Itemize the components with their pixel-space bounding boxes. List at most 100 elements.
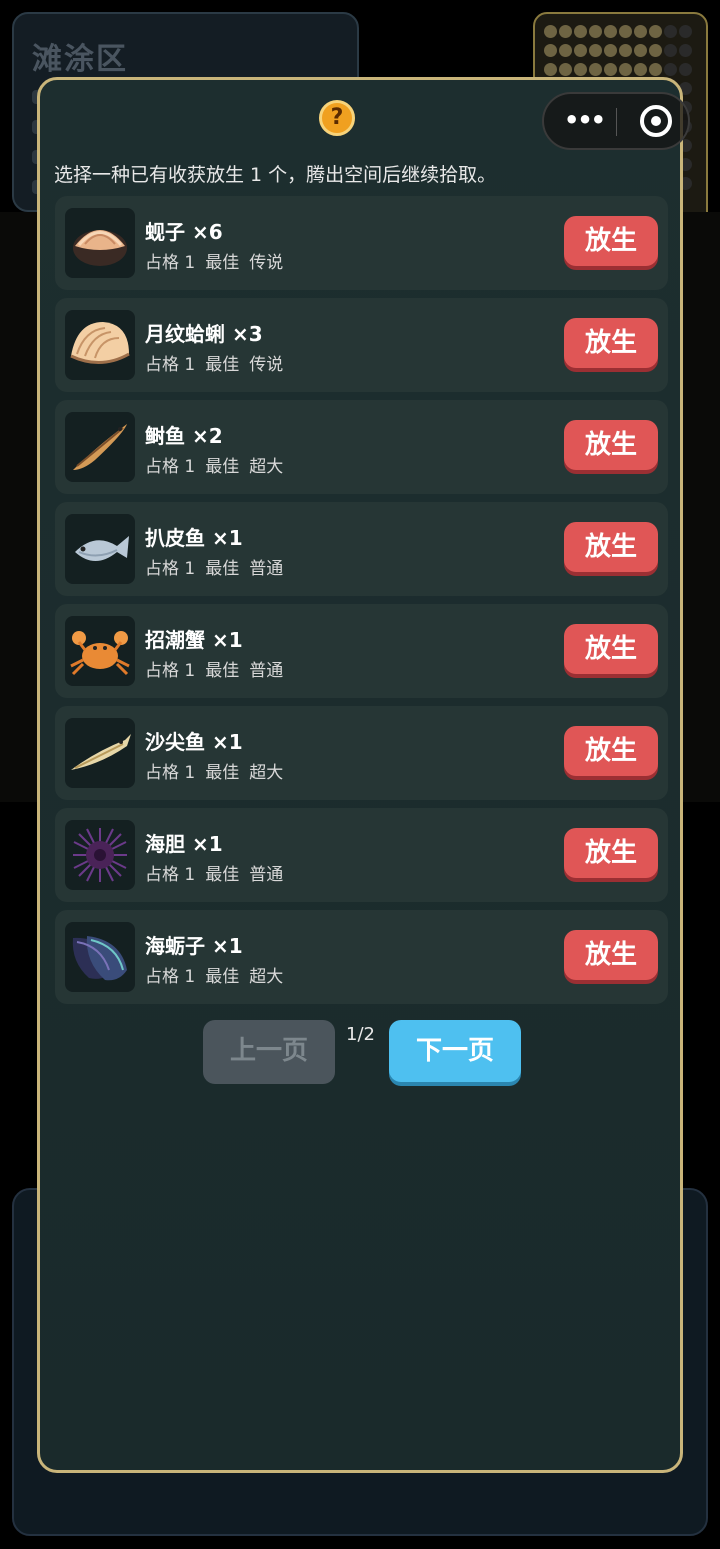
eel-fish-icon	[65, 412, 135, 482]
item-name: 海蛎子 ×1	[145, 934, 243, 958]
item-name: 鲥鱼 ×2	[145, 424, 223, 448]
item-slot: 占格 1	[145, 457, 196, 477]
item-rarity: 传说	[249, 253, 284, 273]
release-button[interactable]: 放生	[564, 522, 658, 572]
urchin-icon	[65, 820, 135, 890]
previous-page-button[interactable]: 上一页	[203, 1020, 335, 1084]
background-grid-cell	[634, 44, 647, 57]
item-meta: 占格 1 最佳 超大	[145, 452, 293, 477]
background-grid-cell	[589, 44, 602, 57]
dialog-hint: 选择一种已有收获放生 1 个，腾出空间后继续拾取。	[54, 164, 497, 186]
item-name: 月纹蛤蜊 ×3	[145, 322, 263, 346]
background-grid-cell	[619, 63, 632, 76]
item-best-label: 最佳	[205, 967, 240, 987]
background-area-title: 滩涂区	[32, 42, 128, 77]
flatfish-icon	[65, 514, 135, 584]
background-grid-cell	[619, 25, 632, 38]
item-rarity: 超大	[249, 967, 284, 987]
catch-list-item: 月纹蛤蜊 ×3 占格 1 最佳 传说 放生	[55, 298, 668, 392]
item-meta: 占格 1 最佳 超大	[145, 962, 293, 987]
next-page-button[interactable]: 下一页	[389, 1020, 521, 1082]
background-grid-cell	[679, 25, 692, 38]
catch-list-item: 海胆 ×1 占格 1 最佳 普通 放生	[55, 808, 668, 902]
catch-list-item: 扒皮鱼 ×1 占格 1 最佳 普通 放生	[55, 502, 668, 596]
page-indicator: 1/2	[346, 1024, 375, 1045]
background-grid-cell	[604, 25, 617, 38]
item-best-label: 最佳	[205, 865, 240, 885]
item-slot: 占格 1	[145, 967, 196, 987]
item-meta: 占格 1 最佳 传说	[145, 248, 293, 273]
item-name: 蚬子 ×6	[145, 220, 223, 244]
item-rarity: 超大	[249, 457, 284, 477]
item-name: 沙尖鱼 ×1	[145, 730, 243, 754]
catch-list-item: 鲥鱼 ×2 占格 1 最佳 超大 放生	[55, 400, 668, 494]
background-grid-cell	[604, 44, 617, 57]
release-button[interactable]: 放生	[564, 930, 658, 980]
background-grid-cell	[664, 63, 677, 76]
background-grid-cell	[679, 44, 692, 57]
release-button[interactable]: 放生	[564, 420, 658, 470]
release-button[interactable]: 放生	[564, 828, 658, 878]
background-grid-cell	[574, 63, 587, 76]
item-rarity: 传说	[249, 355, 284, 375]
item-meta: 占格 1 最佳 超大	[145, 758, 293, 783]
background-grid-cell	[649, 25, 662, 38]
catch-list-item: 蚬子 ×6 占格 1 最佳 传说 放生	[55, 196, 668, 290]
item-best-label: 最佳	[205, 355, 240, 375]
background-grid-cell	[559, 25, 572, 38]
background-grid-cell	[664, 44, 677, 57]
background-grid-cell	[649, 44, 662, 57]
item-meta: 占格 1 最佳 普通	[145, 656, 293, 681]
item-rarity: 普通	[249, 559, 284, 579]
shell-icon	[65, 310, 135, 380]
release-button[interactable]: 放生	[564, 726, 658, 776]
item-meta: 占格 1 最佳 普通	[145, 554, 293, 579]
background-grid-cell	[664, 25, 677, 38]
background-grid-cell	[634, 63, 647, 76]
item-name: 海胆 ×1	[145, 832, 223, 856]
catch-list-item: 招潮蟹 ×1 占格 1 最佳 普通 放生	[55, 604, 668, 698]
item-name: 扒皮鱼 ×1	[145, 526, 243, 550]
catch-list-item: 海蛎子 ×1 占格 1 最佳 超大 放生	[55, 910, 668, 1004]
background-grid-cell	[559, 44, 572, 57]
crab-icon	[65, 616, 135, 686]
background-grid-cell	[574, 25, 587, 38]
item-slot: 占格 1	[145, 253, 196, 273]
exit-miniprogram-icon[interactable]	[640, 105, 672, 137]
capsule-divider	[616, 108, 617, 136]
item-rarity: 普通	[249, 865, 284, 885]
item-best-label: 最佳	[205, 763, 240, 783]
item-best-label: 最佳	[205, 559, 240, 579]
item-slot: 占格 1	[145, 865, 196, 885]
background-grid-cell	[589, 25, 602, 38]
background-grid-cell	[589, 63, 602, 76]
item-slot: 占格 1	[145, 355, 196, 375]
more-options-icon[interactable]: •••	[564, 108, 606, 132]
item-slot: 占格 1	[145, 559, 196, 579]
help-icon[interactable]: ?	[319, 100, 355, 136]
release-dialog: ? 选择一种已有收获放生 1 个，腾出空间后继续拾取。 蚬子 ×6 占格 1 最佳…	[37, 77, 683, 1473]
background-grid-cell	[544, 63, 557, 76]
item-best-label: 最佳	[205, 661, 240, 681]
item-slot: 占格 1	[145, 661, 196, 681]
background-grid-cell	[559, 63, 572, 76]
background-grid-cell	[604, 63, 617, 76]
miniprogram-capsule: •••	[542, 92, 690, 150]
mussel-icon	[65, 922, 135, 992]
release-button[interactable]: 放生	[564, 318, 658, 368]
sand-fish-icon	[65, 718, 135, 788]
clam-icon	[65, 208, 135, 278]
item-meta: 占格 1 最佳 传说	[145, 350, 293, 375]
background-grid-cell	[634, 25, 647, 38]
release-button[interactable]: 放生	[564, 624, 658, 674]
background-grid-cell	[619, 44, 632, 57]
background-grid-cell	[544, 44, 557, 57]
release-button[interactable]: 放生	[564, 216, 658, 266]
item-best-label: 最佳	[205, 457, 240, 477]
background-grid-cell	[679, 63, 692, 76]
item-rarity: 普通	[249, 661, 284, 681]
item-meta: 占格 1 最佳 普通	[145, 860, 293, 885]
item-slot: 占格 1	[145, 763, 196, 783]
catch-list-item: 沙尖鱼 ×1 占格 1 最佳 超大 放生	[55, 706, 668, 800]
background-grid-cell	[649, 63, 662, 76]
